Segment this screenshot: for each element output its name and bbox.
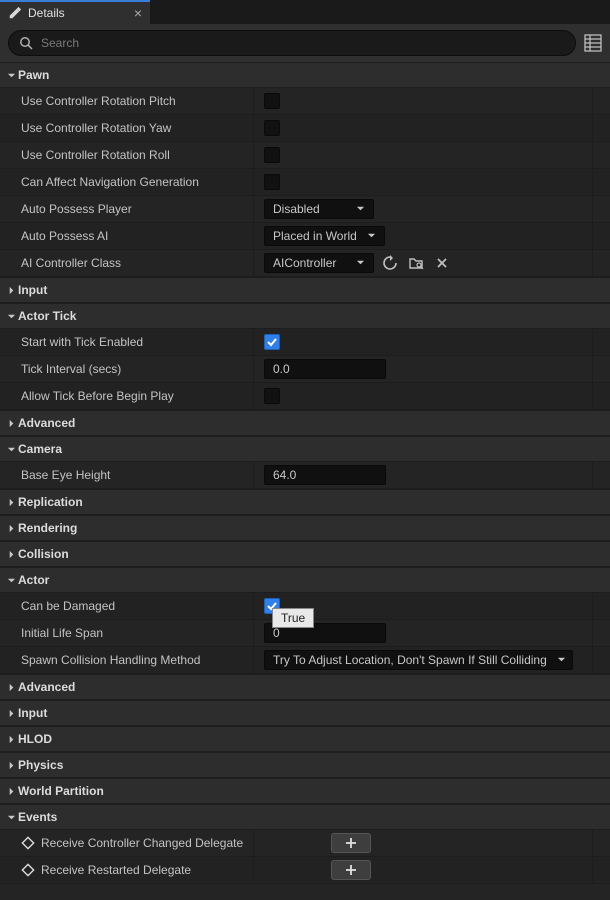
tab-bar: Details × <box>0 0 610 24</box>
chevron-right-icon <box>4 787 18 796</box>
prop-label: Base Eye Height <box>0 462 254 488</box>
prop-ai-controller-class: AI Controller Class AIController <box>0 250 610 277</box>
category-actor-tick[interactable]: Actor Tick <box>0 303 610 329</box>
category-input[interactable]: Input <box>0 277 610 303</box>
category-pawn[interactable]: Pawn <box>0 62 610 88</box>
prop-can-affect-navigation-generation: Can Affect Navigation Generation <box>0 169 610 196</box>
chevron-right-icon <box>4 419 18 428</box>
dropdown-ai-controller-class[interactable]: AIController <box>264 253 374 273</box>
prop-label: Can Affect Navigation Generation <box>0 169 254 195</box>
prop-label: Auto Possess Player <box>0 196 254 222</box>
checkbox[interactable] <box>264 334 280 350</box>
use-selected-icon[interactable] <box>380 253 400 273</box>
chevron-down-icon <box>356 256 365 270</box>
chevron-down-icon <box>4 813 18 822</box>
dropdown-auto-possess-ai[interactable]: Placed in World <box>264 226 385 246</box>
tooltip: True <box>272 608 314 628</box>
category-hlod[interactable]: HLOD <box>0 726 610 752</box>
prop-label: Start with Tick Enabled <box>0 329 254 355</box>
search-icon <box>19 36 33 50</box>
prop-label: Allow Tick Before Begin Play <box>0 383 254 409</box>
prop-label: Use Controller Rotation Roll <box>0 142 254 168</box>
prop-event-receive-controller-changed: Receive Controller Changed Delegate <box>0 830 610 857</box>
search-row <box>0 24 610 62</box>
event-diamond-icon <box>21 863 35 877</box>
prop-label: Spawn Collision Handling Method <box>0 647 254 673</box>
chevron-right-icon <box>4 286 18 295</box>
prop-spawn-collision-handling-method: Spawn Collision Handling Method Try To A… <box>0 647 610 674</box>
checkbox[interactable] <box>264 174 280 190</box>
category-camera[interactable]: Camera <box>0 436 610 462</box>
details-tab[interactable]: Details × <box>0 0 150 24</box>
settings-grid-icon[interactable] <box>584 34 602 52</box>
number-input[interactable] <box>264 465 386 485</box>
dropdown-spawn-collision[interactable]: Try To Adjust Location, Don't Spawn If S… <box>264 650 573 670</box>
prop-label: Tick Interval (secs) <box>0 356 254 382</box>
chevron-down-icon <box>4 445 18 454</box>
chevron-down-icon <box>4 576 18 585</box>
prop-label: AI Controller Class <box>0 250 254 276</box>
prop-use-controller-rotation-pitch: Use Controller Rotation Pitch <box>0 88 610 115</box>
prop-event-receive-restarted: Receive Restarted Delegate <box>0 857 610 884</box>
tab-title: Details <box>28 6 65 20</box>
number-input[interactable] <box>264 359 386 379</box>
close-icon[interactable]: × <box>134 6 142 20</box>
browse-icon[interactable] <box>406 253 426 273</box>
chevron-down-icon <box>367 229 376 243</box>
event-diamond-icon <box>21 836 35 850</box>
category-advanced-2[interactable]: Advanced <box>0 674 610 700</box>
chevron-right-icon <box>4 550 18 559</box>
chevron-right-icon <box>4 498 18 507</box>
chevron-right-icon <box>4 709 18 718</box>
category-events[interactable]: Events <box>0 804 610 830</box>
prop-start-with-tick-enabled: Start with Tick Enabled <box>0 329 610 356</box>
prop-label: Can be Damaged <box>0 593 254 619</box>
search-box <box>8 30 576 56</box>
prop-use-controller-rotation-yaw: Use Controller Rotation Yaw <box>0 115 610 142</box>
category-physics[interactable]: Physics <box>0 752 610 778</box>
checkbox[interactable] <box>264 93 280 109</box>
chevron-right-icon <box>4 761 18 770</box>
search-input[interactable] <box>41 36 565 50</box>
prop-label: Receive Restarted Delegate <box>0 857 254 883</box>
chevron-down-icon <box>4 71 18 80</box>
prop-label: Auto Possess AI <box>0 223 254 249</box>
chevron-down-icon <box>557 653 566 667</box>
checkbox[interactable] <box>264 120 280 136</box>
prop-label: Initial Life Span <box>0 620 254 646</box>
category-actor[interactable]: Actor <box>0 567 610 593</box>
category-replication[interactable]: Replication <box>0 489 610 515</box>
prop-can-be-damaged: Can be Damaged True <box>0 593 610 620</box>
prop-auto-possess-ai: Auto Possess AI Placed in World <box>0 223 610 250</box>
chevron-down-icon <box>4 312 18 321</box>
category-advanced[interactable]: Advanced <box>0 410 610 436</box>
category-collision[interactable]: Collision <box>0 541 610 567</box>
category-input-2[interactable]: Input <box>0 700 610 726</box>
chevron-right-icon <box>4 524 18 533</box>
prop-base-eye-height: Base Eye Height <box>0 462 610 489</box>
prop-label: Receive Controller Changed Delegate <box>0 830 254 856</box>
chevron-right-icon <box>4 683 18 692</box>
clear-icon[interactable] <box>432 253 452 273</box>
pencil-icon <box>8 6 22 20</box>
add-event-button[interactable] <box>331 860 371 880</box>
dropdown-auto-possess-player[interactable]: Disabled <box>264 199 374 219</box>
chevron-down-icon <box>356 202 365 216</box>
prop-tick-interval: Tick Interval (secs) <box>0 356 610 383</box>
checkbox[interactable] <box>264 147 280 163</box>
category-rendering[interactable]: Rendering <box>0 515 610 541</box>
category-world-partition[interactable]: World Partition <box>0 778 610 804</box>
prop-allow-tick-before-begin-play: Allow Tick Before Begin Play <box>0 383 610 410</box>
chevron-right-icon <box>4 735 18 744</box>
add-event-button[interactable] <box>331 833 371 853</box>
prop-auto-possess-player: Auto Possess Player Disabled <box>0 196 610 223</box>
prop-use-controller-rotation-roll: Use Controller Rotation Roll <box>0 142 610 169</box>
prop-label: Use Controller Rotation Yaw <box>0 115 254 141</box>
prop-label: Use Controller Rotation Pitch <box>0 88 254 114</box>
checkbox[interactable] <box>264 388 280 404</box>
